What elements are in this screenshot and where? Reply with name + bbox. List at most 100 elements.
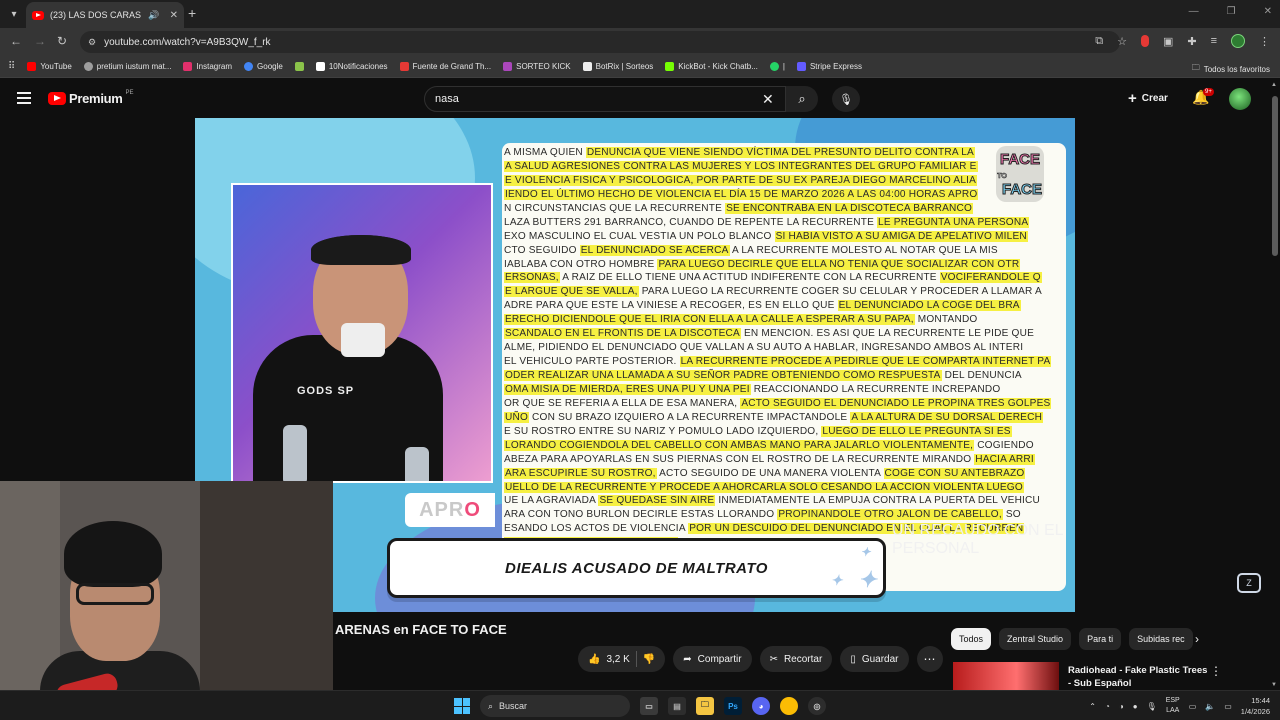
extension-icon[interactable]: ▣ bbox=[1163, 35, 1173, 48]
printer-icon[interactable]: ▤ bbox=[668, 697, 686, 715]
svg-text:FACE: FACE bbox=[1002, 181, 1042, 198]
extension-red-icon[interactable] bbox=[1140, 35, 1149, 47]
restore-icon[interactable]: ❐ bbox=[1227, 6, 1236, 17]
document-text-line: UÑO CON SU BRAZO IZQUIERO A LA RECURRENT… bbox=[504, 411, 1044, 423]
more-actions-icon[interactable]: ⋯ bbox=[916, 646, 943, 672]
account-avatar[interactable] bbox=[1229, 88, 1251, 110]
bookmark-item[interactable]: BotRix | Sorteos bbox=[582, 62, 653, 71]
search-button[interactable]: ⌕ bbox=[786, 86, 818, 112]
taskbar-search[interactable]: ⌕ Buscar bbox=[480, 695, 630, 717]
tray-app-icon[interactable]: ◔ bbox=[1105, 702, 1110, 711]
chevron-right-icon[interactable]: › bbox=[1195, 632, 1199, 646]
share-button[interactable]: ➦ Compartir bbox=[673, 646, 752, 672]
chevron-up-icon[interactable]: ⌃ bbox=[1089, 702, 1096, 711]
windows-start-icon[interactable] bbox=[454, 698, 470, 714]
chip-todos[interactable]: Todos bbox=[951, 628, 992, 650]
document-text-line: ABEZA PARA APOYARLAS EN SUS PIERNAS CON … bbox=[504, 453, 1035, 465]
menu-hamburger-icon[interactable] bbox=[17, 92, 31, 104]
chrome-icon[interactable] bbox=[780, 697, 798, 715]
bookmark-item[interactable]: YouTube bbox=[27, 62, 72, 71]
reading-list-icon[interactable]: ≡ bbox=[1211, 35, 1217, 47]
create-button[interactable]: + Crear bbox=[1128, 90, 1168, 107]
youtube-premium-logo[interactable]: Premium PE bbox=[48, 90, 134, 106]
document-text-line: EL VEHICULO PARTE POSTERIOR. LA RECURREN… bbox=[504, 356, 1052, 368]
bookmark-item[interactable]: Google bbox=[244, 62, 283, 71]
bookmark-item[interactable]: Stripe Express bbox=[796, 62, 862, 71]
voice-search-button[interactable]: 🎙 bbox=[832, 86, 860, 112]
scroll-down-icon[interactable]: ▼ bbox=[1271, 682, 1277, 688]
bookmark-item[interactable]: 10Notificaciones bbox=[315, 62, 388, 71]
thumbs-up-icon[interactable]: 👍 bbox=[588, 654, 600, 665]
clock[interactable]: 15:44 1/4/2026 bbox=[1241, 695, 1270, 717]
phone bbox=[341, 323, 385, 357]
chip-para-ti[interactable]: Para ti bbox=[1079, 628, 1122, 650]
document-text-line: UELLO DE LA RECURRENTE Y PROCEDE A AHORC… bbox=[504, 481, 1024, 493]
page-scrollbar[interactable]: ▲ ▼ bbox=[1270, 80, 1280, 690]
document-text-line: ODER REALIZAR UNA LLAMADA A SU SEÑOR PAD… bbox=[504, 370, 1022, 381]
bookmark-item[interactable] bbox=[294, 62, 304, 71]
bookmark-item[interactable]: Fuente de Grand Th... bbox=[399, 62, 491, 71]
menu-kebab-icon[interactable]: ⋮ bbox=[1259, 35, 1270, 48]
recommended-more-icon[interactable]: ⋮ bbox=[1210, 664, 1222, 678]
like-count[interactable]: 3,2 K bbox=[606, 654, 629, 665]
discord-icon[interactable]: ◕ bbox=[752, 697, 770, 715]
bookmark-item[interactable]: | bbox=[769, 62, 785, 71]
bookmarks-bar: ⠿ YouTube pretium iustum mat... Instagra… bbox=[0, 56, 1280, 78]
chip-subidas-recientes[interactable]: Subidas rec bbox=[1129, 628, 1193, 650]
document-text-line: A SALUD AGRESIONES CONTRA LAS MUJERES Y … bbox=[504, 160, 978, 172]
share-icon: ➦ bbox=[683, 653, 692, 665]
language-indicator[interactable]: ESP LAA bbox=[1166, 696, 1180, 716]
stripe-icon bbox=[796, 62, 806, 71]
bookmark-star-icon[interactable]: ☆ bbox=[1117, 35, 1127, 48]
url-field[interactable]: ⚙ youtube.com/watch?v=A9B3QW_f_rk bbox=[80, 31, 1120, 53]
channel-watermark-icon[interactable]: Z bbox=[1237, 573, 1261, 593]
photoshop-icon[interactable]: Ps bbox=[724, 697, 742, 715]
scrollbar-thumb[interactable] bbox=[1272, 96, 1278, 256]
chip-zentral-studio[interactable]: Zentral Studio bbox=[999, 628, 1072, 650]
speaker-icon[interactable]: 🔊 bbox=[148, 10, 159, 21]
bookmark-item[interactable]: KickBot - Kick Chatb... bbox=[665, 62, 758, 71]
thumbs-down-icon[interactable]: 👎 bbox=[643, 654, 655, 665]
profile-avatar-icon[interactable] bbox=[1231, 34, 1245, 48]
recommended-video-thumbnail[interactable] bbox=[953, 662, 1059, 692]
new-tab-button[interactable]: + bbox=[188, 5, 196, 21]
scroll-up-icon[interactable]: ▲ bbox=[1271, 82, 1277, 88]
task-view-icon[interactable]: ▭ bbox=[640, 697, 658, 715]
puzzle-icon[interactable]: ✚ bbox=[1187, 35, 1196, 48]
browser-tab-active[interactable]: (23) LAS DOS CARAS DE LA 🔊 ✕ bbox=[26, 2, 184, 28]
document-text-line: IENDO EL ÚLTIMO HECHO DE VIOLENCIA EL DÍ… bbox=[504, 188, 979, 200]
battery-icon[interactable]: ▭ bbox=[1224, 702, 1232, 711]
reload-icon[interactable]: ↻ bbox=[57, 34, 67, 48]
network-icon[interactable]: ▭ bbox=[1189, 702, 1197, 711]
close-window-icon[interactable]: ✕ bbox=[1264, 6, 1272, 17]
tray-app-icon[interactable]: ◑ bbox=[1119, 702, 1124, 711]
back-icon[interactable]: ← bbox=[10, 34, 22, 48]
close-tab-icon[interactable]: ✕ bbox=[170, 10, 178, 21]
forward-icon[interactable]: → bbox=[34, 34, 46, 48]
tray-mic-icon[interactable]: 🎙 bbox=[1147, 702, 1157, 711]
tray-app-icon[interactable]: ● bbox=[1133, 702, 1138, 711]
steam-icon[interactable]: ◎ bbox=[808, 697, 826, 715]
microphone-icon: 🎙 bbox=[839, 93, 853, 106]
clip-button[interactable]: ✂ Recortar bbox=[759, 646, 833, 672]
bookmark-item[interactable]: SORTEO KICK bbox=[503, 62, 571, 71]
browser-tab-bar: ▾ (23) LAS DOS CARAS DE LA 🔊 ✕ + — ❐ ✕ bbox=[0, 0, 1280, 28]
all-bookmarks-button[interactable]: 🗀 Todos los favoritos bbox=[1192, 62, 1270, 76]
bookmark-item[interactable]: pretium iustum mat... bbox=[83, 62, 171, 71]
face-to-face-logo: FACE TO FACE bbox=[996, 146, 1044, 202]
youtube-header: Premium PE nasa ✕ ⌕ 🎙 + Crear 🔔 9+ bbox=[0, 80, 1280, 118]
youtube-favicon-icon bbox=[32, 10, 44, 20]
cast-icon[interactable]: ⧉ bbox=[1095, 35, 1103, 48]
clear-search-icon[interactable]: ✕ bbox=[762, 91, 774, 108]
site-info-icon[interactable]: ⚙ bbox=[88, 37, 96, 48]
tab-search-button[interactable]: ▾ bbox=[4, 4, 24, 24]
volume-icon[interactable]: 🔈 bbox=[1205, 702, 1215, 711]
bookmark-item[interactable]: Instagram bbox=[183, 62, 232, 71]
save-button[interactable]: ▯ Guardar bbox=[840, 646, 909, 672]
recommended-video-title[interactable]: Radiohead - Fake Plastic Trees - Sub Esp… bbox=[1068, 664, 1208, 690]
file-explorer-icon[interactable]: 🗀 bbox=[696, 697, 714, 715]
search-input[interactable]: nasa bbox=[424, 86, 786, 112]
google-icon bbox=[244, 62, 254, 71]
minimize-icon[interactable]: — bbox=[1189, 6, 1199, 17]
apps-grid-icon[interactable]: ⠿ bbox=[8, 61, 15, 72]
